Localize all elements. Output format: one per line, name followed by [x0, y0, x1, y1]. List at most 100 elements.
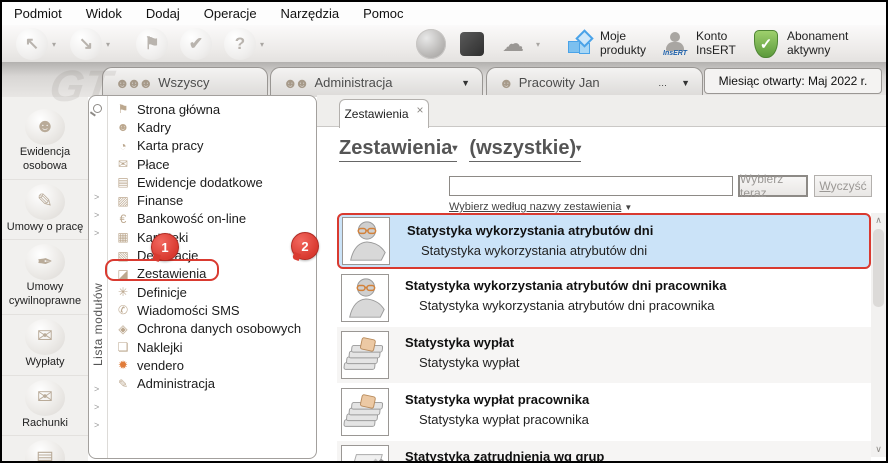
menu-widok[interactable]: Widok — [86, 6, 122, 21]
module-item-strona-glowna[interactable]: ⚑ Strona główna — [109, 100, 316, 118]
module-item-finanse[interactable]: ▨ Finanse — [109, 191, 316, 209]
report-item-statystyka-zatrudnienia-wg-grup[interactable]: Statystyka zatrudnienia wg grup Statysty… — [337, 441, 871, 461]
scroll-up-icon[interactable]: ∧ — [871, 215, 886, 226]
tab-zestawienia-label: Zestawienia — [344, 107, 409, 121]
chart-check-icon — [341, 445, 389, 461]
sidebar-item-label: Ewidencja osobowa — [19, 146, 71, 172]
sidebar-item-deklaracje-skarbowe[interactable]: ▤ Deklaracje skarbowe — [2, 436, 88, 461]
cursor-arrow-icon[interactable]: ↖ — [16, 28, 48, 60]
list-scrollbar[interactable]: ∧ ∨ — [871, 213, 886, 457]
moje-produkty-button[interactable]: Moje produkty — [568, 25, 656, 62]
tab-zestawienia[interactable]: Zestawienia × — [339, 99, 429, 128]
tab-wszyscy[interactable]: ☻☻☻ Wszyscy — [102, 67, 268, 97]
globe-icon — [416, 28, 446, 59]
search-input[interactable] — [449, 176, 733, 196]
modules-panel: > > > Lista modułów > > > ⚑ Strona główna… — [88, 95, 317, 459]
expander-chevron-icon[interactable]: > — [94, 210, 99, 220]
check-flag-icon[interactable]: ✔ — [180, 28, 212, 60]
sidebar-item-umowy-o-prace[interactable]: ✎ Umowy o pracę — [2, 180, 88, 241]
report-item-statystyka-wykorzystania-atrybutow-dni-pracownika[interactable]: Statystyka wykorzystania atrybutów dni p… — [337, 270, 871, 326]
declarations-icon: ▧ — [117, 248, 129, 263]
ellipsis-icon[interactable]: … — [658, 78, 667, 88]
filter-by-name-link[interactable]: Wybierz według nazwy zestawienia ▼ — [449, 201, 632, 213]
module-item-bankowosc-on-line[interactable]: € Bankowość on-line — [109, 210, 316, 228]
module-item-zestawienia[interactable]: ◪ Zestawienia — [109, 265, 316, 283]
person-glasses-icon — [341, 274, 389, 322]
menu-operacje[interactable]: Operacje — [204, 6, 257, 21]
moje-produkty-label: Moje produkty — [600, 28, 647, 57]
sidebar-item-ewidencja-osobowa[interactable]: ☻ Ewidencja osobowa — [2, 105, 88, 180]
menu-dodaj[interactable]: Dodaj — [146, 6, 180, 21]
report-list: Statystyka wykorzystania atrybutów dni S… — [337, 213, 871, 461]
sidebar-item-wyplaty[interactable]: ✉ Wypłaty — [2, 315, 88, 376]
expander-chevron-icon[interactable]: > — [94, 192, 99, 202]
sidebar-item-rachunki[interactable]: ✉ Rachunki — [2, 376, 88, 437]
module-item-ewidencje-dodatkowe[interactable]: ▤ Ewidencje dodatkowe — [109, 173, 316, 191]
help-icon[interactable]: ? — [224, 28, 256, 60]
scrollbar-thumb[interactable] — [873, 229, 884, 307]
vendero-gear-icon: ✹ — [117, 358, 129, 373]
send-arrow-icon[interactable]: ↘ — [70, 28, 102, 60]
sidebar-item-umowy-cywilnoprawne[interactable]: ✒ Umowy cywilnoprawne — [2, 240, 88, 315]
module-item-label: Strona główna — [137, 101, 221, 117]
chevron-down-icon[interactable]: ▾ — [536, 40, 540, 49]
tab-pracowity-jan[interactable]: ☻ Pracowity Jan … ▼ — [486, 67, 703, 97]
abonament-label: Abonament aktywny — [786, 28, 849, 57]
abonament-button[interactable]: ✓ Abonament aktywny — [754, 25, 886, 62]
module-item-label: Definicje — [137, 284, 187, 300]
expander-chevron-icon[interactable]: > — [94, 384, 99, 394]
content-area: Zestawienia × Zestawienia▾ (wszystkie)▾ … — [317, 95, 886, 461]
payout-envelope-icon: ✉ — [25, 318, 65, 355]
wyczysc-button[interactable]: Wyczyść — [814, 175, 872, 197]
report-title: Statystyka wypłat pracownika — [405, 392, 590, 407]
module-item-definicje[interactable]: ✳ Definicje — [109, 283, 316, 301]
chevron-down-icon[interactable]: ▼ — [461, 78, 470, 88]
heading-filter-dropdown[interactable]: (wszystkie)▾ — [469, 137, 582, 162]
module-item-vendero[interactable]: ✹ vendero — [109, 356, 316, 374]
module-item-ochrona-danych-osobowych[interactable]: ◈ Ochrona danych osobowych — [109, 320, 316, 338]
module-item-wiadomosci-sms[interactable]: ✆ Wiadomości SMS — [109, 301, 316, 319]
chevron-down-icon[interactable]: ▾ — [52, 40, 56, 49]
module-item-kartoteki[interactable]: ▦Kartoteki — [109, 228, 316, 246]
chevron-down-icon: ▾ — [576, 143, 582, 154]
expander-chevron-icon[interactable]: > — [94, 228, 99, 238]
expander-chevron-icon[interactable]: > — [94, 420, 99, 430]
chevron-down-icon[interactable]: ▾ — [106, 40, 110, 49]
tab-administracja[interactable]: ☻☻ Administracja ▼ — [270, 67, 483, 97]
module-item-label: Wiadomości SMS — [137, 302, 240, 318]
flag-icon[interactable]: ⚑ — [136, 28, 168, 60]
module-item-naklejki[interactable]: ❏ Naklejki — [109, 338, 316, 356]
person-glasses-icon — [342, 217, 390, 265]
page-heading: Zestawienia▾ (wszystkie)▾ — [339, 137, 582, 162]
report-item-statystyka-wyplat[interactable]: Statystyka wypłat Statystyka wypłat — [337, 327, 871, 383]
globe-button[interactable] — [416, 25, 446, 62]
cube-button[interactable] — [460, 25, 484, 62]
sidebar-item-label: Wypłaty — [25, 355, 65, 368]
konto-insert-button[interactable]: InsERT Konto InsERT — [662, 25, 742, 62]
module-item-place[interactable]: ✉ Płace — [109, 155, 316, 173]
chevron-down-icon[interactable]: ▾ — [260, 40, 264, 49]
expander-chevron-icon[interactable]: > — [94, 402, 99, 412]
scroll-down-icon[interactable]: ∨ — [871, 444, 886, 455]
module-item-deklaracje[interactable]: ▧Deklaracje — [109, 246, 316, 264]
module-item-kadry[interactable]: ☻ Kadry — [109, 118, 316, 136]
pin-search-icon[interactable] — [93, 104, 102, 113]
menu-podmiot[interactable]: Podmiot — [14, 6, 62, 21]
shield-check-icon: ✓ — [754, 29, 778, 58]
wybierz-teraz-button[interactable]: Wybierz teraz — [738, 172, 808, 200]
module-item-administracja[interactable]: ✎ Administracja — [109, 374, 316, 392]
wybierz-teraz-label: Wybierz teraz — [740, 172, 784, 200]
person-icon: ☻ — [116, 120, 130, 135]
menu-pomoc[interactable]: Pomoc — [363, 6, 403, 21]
close-icon[interactable]: × — [417, 103, 424, 117]
cloud-sync-button[interactable]: ☁ — [502, 25, 524, 62]
pay-envelope-icon: ✉ — [117, 157, 129, 172]
module-item-karta-pracy[interactable]: ◔ Karta pracy — [109, 137, 316, 155]
report-item-statystyka-wykorzystania-atrybutow-dni[interactable]: Statystyka wykorzystania atrybutów dni S… — [337, 213, 871, 269]
chevron-down-icon[interactable]: ▼ — [681, 78, 690, 88]
menu-narzedzia[interactable]: Narzędzia — [281, 6, 340, 21]
heading-category-dropdown[interactable]: Zestawienia▾ — [339, 137, 458, 162]
app-window: Podmiot Widok Dodaj Operacje Narzędzia P… — [0, 0, 888, 463]
report-item-statystyka-wyplat-pracownika[interactable]: Statystyka wypłat pracownika Statystyka … — [337, 384, 871, 440]
modules-panel-gutter: > > > Lista modułów > > > — [89, 96, 108, 458]
